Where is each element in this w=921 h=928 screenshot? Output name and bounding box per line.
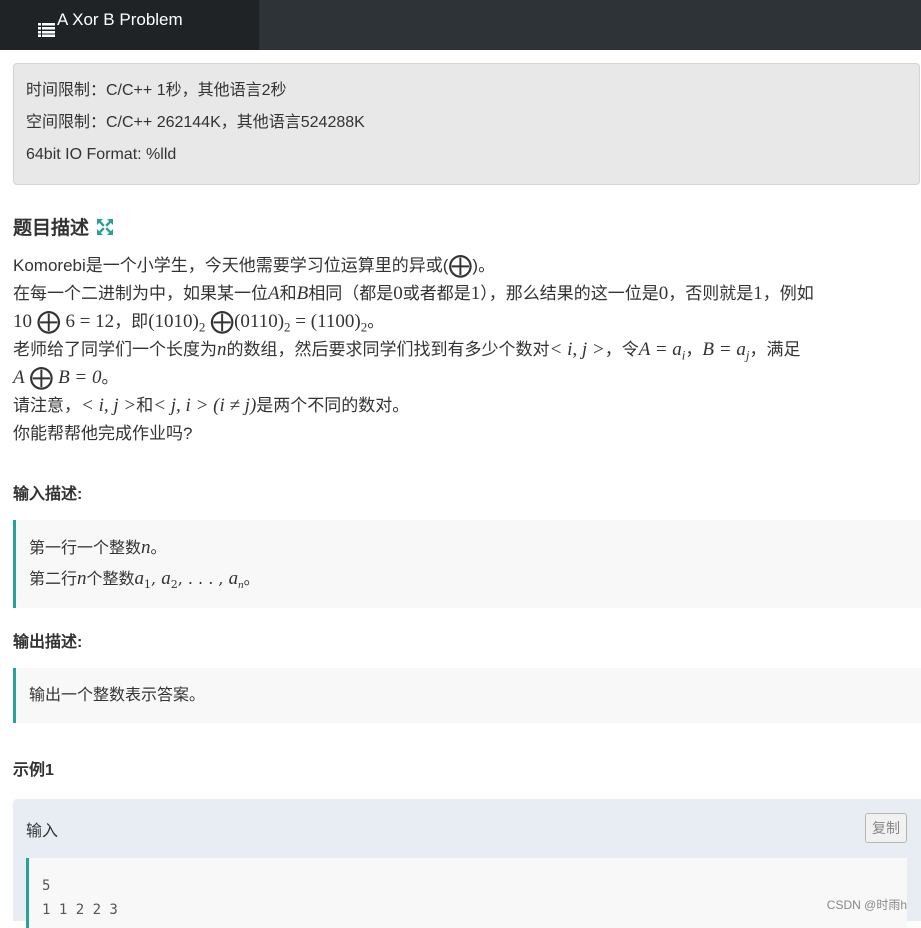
desc-text: Komorebi是一个小学生，今天他需要学习位运算里的异或(	[13, 256, 448, 275]
math-var: a	[161, 568, 171, 589]
tab-title: A Xor B Problem	[57, 10, 183, 29]
math-var: A	[13, 367, 25, 388]
desc-text: 在每一个二进制为中，如果某一位	[13, 284, 268, 303]
watermark: CSDN @时雨h	[827, 896, 907, 913]
math-subscript: 1	[144, 578, 151, 591]
math-expr: 10	[13, 311, 32, 332]
desc-line-2: 在每一个二进制为中，如果某一位A和B相同（都是0或者都是1），那么结果的这一位是…	[13, 280, 913, 308]
oplus-symbol: ⨁	[448, 253, 472, 279]
output-desc-line-1: 输出一个整数表示答案。	[29, 679, 921, 710]
math-expr: (1010)	[148, 311, 199, 332]
desc-text: ，例如	[763, 284, 814, 303]
desc-text: ，满足	[749, 340, 800, 359]
math-expr: = (1100)	[291, 311, 361, 332]
desc-text: 或者都是	[403, 284, 471, 303]
expand-icon[interactable]	[96, 218, 114, 242]
desc-text: 老师给了同学们一个长度为	[13, 340, 217, 359]
oplus-symbol: ⨁	[29, 365, 53, 391]
math-num: 0	[393, 283, 403, 304]
math-var: a	[229, 568, 239, 589]
math-var: n	[217, 339, 227, 360]
desc-text: )。	[472, 256, 495, 275]
desc-text: 的数组，然后要求同学们找到有多少个数对	[227, 340, 550, 359]
desc-text: 。	[102, 368, 119, 387]
code-line-1: 5	[42, 874, 907, 898]
math-sep: , . . . ,	[178, 569, 229, 588]
desc-text: 第一行一个整数	[29, 538, 141, 557]
math-expr: < i, j >	[550, 339, 605, 360]
input-desc-block: 第一行一个整数n。 第二行n个整数a1, a2, . . . , an。	[13, 520, 921, 608]
code-line-2: 1 1 2 2 3	[42, 898, 907, 922]
math-var: n	[77, 568, 87, 589]
problem-tab[interactable]: A Xor B Problem	[0, 0, 259, 50]
math-num: 1	[471, 283, 481, 304]
desc-text: 个整数	[87, 569, 135, 588]
example-input-code[interactable]: 5 1 1 2 2 3	[26, 858, 907, 928]
math-expr: A = a	[639, 339, 682, 360]
math-subscript: 2	[171, 578, 178, 591]
math-num: 1	[753, 283, 763, 304]
desc-line-1: Komorebi是一个小学生，今天他需要学习位运算里的异或(⨁)。	[13, 252, 913, 280]
desc-text: 。	[151, 538, 167, 557]
desc-line-6: 请注意，< i, j >和< j, i > (i ≠ j)是两个不同的数对。	[13, 392, 913, 420]
desc-text: 。	[367, 312, 384, 331]
list-icon	[38, 12, 55, 52]
desc-line-3: 10 ⨁ 6 = 12，即(1010)2 ⨁(0110)2 = (1100)2。	[13, 308, 913, 336]
math-expr: B = 0	[58, 367, 101, 388]
input-desc-line-2: 第二行n个整数a1, a2, . . . , an。	[29, 563, 921, 594]
space-limit: 空间限制：C/C++ 262144K，其他语言524288K	[26, 110, 919, 142]
math-expr: < j, i > (i ≠ j)	[153, 395, 256, 416]
desc-text: ），那么结果的这一位是	[480, 284, 659, 303]
desc-line-5: A ⨁ B = 0。	[13, 364, 913, 392]
example-title: 示例1	[13, 756, 54, 780]
math-sep: ,	[151, 569, 161, 588]
desc-line-4: 老师给了同学们一个长度为n的数组，然后要求同学们找到有多少个数对< i, j >…	[13, 336, 913, 364]
math-expr: 6 = 12	[65, 311, 114, 332]
desc-text: 和	[280, 284, 297, 303]
description-body: Komorebi是一个小学生，今天他需要学习位运算里的异或(⨁)。 在每一个二进…	[13, 252, 913, 448]
desc-text: ，否则就是	[668, 284, 753, 303]
desc-text: 和	[136, 396, 153, 415]
math-num: 0	[659, 283, 669, 304]
time-limit: 时间限制：C/C++ 1秒，其他语言2秒	[26, 78, 919, 110]
math-expr: < i, j >	[81, 395, 136, 416]
desc-text: ，即	[114, 312, 148, 331]
input-desc-title: 输入描述:	[13, 480, 82, 504]
copy-button[interactable]: 复制	[865, 813, 907, 843]
math-var: A	[268, 283, 280, 304]
desc-line-7: 你能帮帮他完成作业吗?	[13, 420, 913, 448]
desc-text: 第二行	[29, 569, 77, 588]
desc-text: ，令	[605, 340, 639, 359]
description-title-text: 题目描述	[13, 218, 89, 239]
desc-text: 请注意，	[13, 396, 81, 415]
math-var: n	[141, 537, 151, 558]
desc-text: 相同（都是	[308, 284, 393, 303]
output-desc-title: 输出描述:	[13, 628, 82, 652]
description-title: 题目描述	[13, 213, 114, 242]
desc-text: 是两个不同的数对。	[256, 396, 409, 415]
io-format: 64bit IO Format: %lld	[26, 142, 919, 174]
example-panel: 输入 复制 5 1 1 2 2 3	[13, 799, 921, 921]
input-desc-line-1: 第一行一个整数n。	[29, 532, 921, 563]
example-input-label: 输入	[26, 817, 58, 841]
math-expr: (0110)	[234, 311, 284, 332]
output-desc-block: 输出一个整数表示答案。	[13, 668, 921, 723]
oplus-symbol: ⨁	[210, 309, 234, 335]
oplus-symbol: ⨁	[37, 309, 61, 335]
math-expr: B = a	[702, 339, 745, 360]
math-subscript: 2	[199, 319, 206, 334]
limits-panel: 时间限制：C/C++ 1秒，其他语言2秒 空间限制：C/C++ 262144K，…	[13, 63, 920, 185]
top-bar: A Xor B Problem	[0, 0, 921, 50]
math-var: a	[135, 568, 145, 589]
desc-text: 。	[244, 569, 260, 588]
desc-text: ，	[685, 340, 702, 359]
math-var: B	[297, 283, 309, 304]
